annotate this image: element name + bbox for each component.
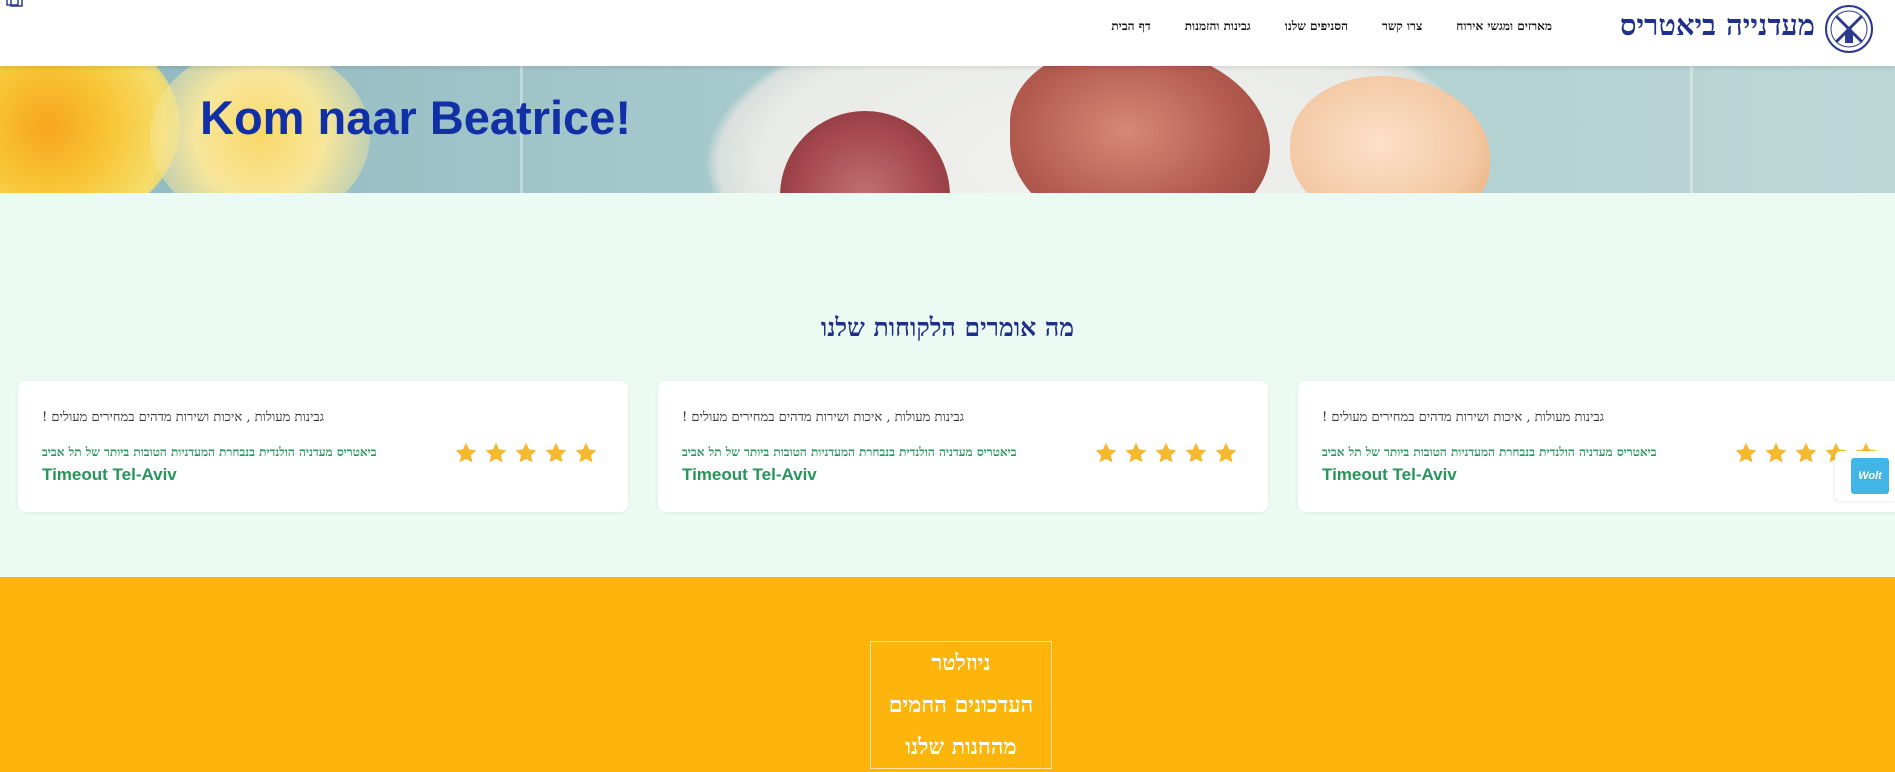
star-icon bbox=[1125, 442, 1147, 463]
star-icon bbox=[1765, 442, 1787, 463]
wolt-button[interactable]: Wolt bbox=[1851, 458, 1889, 494]
newsletter-subtitle: מהחנות שלנו bbox=[905, 734, 1017, 760]
nav-branches[interactable]: הסניפים שלנו bbox=[1285, 19, 1348, 34]
newsletter-box: ניוזלטר העדכונים החמים מהחנות שלנו bbox=[870, 641, 1052, 769]
star-icon bbox=[1735, 442, 1757, 463]
review-source: Timeout Tel-Aviv bbox=[42, 465, 177, 484]
star-icon bbox=[455, 442, 477, 463]
star-icon bbox=[1095, 442, 1117, 463]
review-source: Timeout Tel-Aviv bbox=[682, 465, 817, 484]
review-card: גבינות מעולות , איכות ושירות מדהים במחיר… bbox=[18, 381, 628, 512]
review-source: Timeout Tel-Aviv bbox=[1322, 465, 1457, 484]
star-icon bbox=[575, 442, 597, 463]
main-nav: דף הבית גבינות והזמנות הסניפים שלנו צרו … bbox=[1111, 19, 1552, 34]
star-rating bbox=[454, 441, 598, 465]
site-header: מעדנייה ביאטריס דף הבית גבינות והזמנות ה… bbox=[0, 0, 1895, 66]
newsletter-subtitle: העדכונים החמים bbox=[888, 692, 1034, 718]
review-card: גבינות מעולות , איכות ושירות מדהים במחיר… bbox=[658, 381, 1268, 512]
nav-contact[interactable]: צרו קשר bbox=[1382, 19, 1422, 34]
star-icon bbox=[1795, 442, 1817, 463]
reviews-section: מה אומרים הלקוחות שלנו גבינות מעולות , א… bbox=[0, 193, 1895, 577]
nav-platters[interactable]: מארזים ומגשי אירוח bbox=[1456, 19, 1552, 34]
review-description: ביאטריס מעדניה הולנדית בנבחרת המעדניות ה… bbox=[1322, 445, 1657, 459]
review-quote: גבינות מעולות , איכות ושירות מדהים במחיר… bbox=[42, 410, 324, 425]
star-icon bbox=[515, 442, 537, 463]
review-quote: גבינות מעולות , איכות ושירות מדהים במחיר… bbox=[1322, 410, 1604, 425]
brand-name[interactable]: מעדנייה ביאטריס bbox=[1620, 8, 1815, 43]
newsletter-title: ניוזלטר bbox=[931, 650, 991, 676]
newsletter-section: ניוזלטר העדכונים החמים מהחנות שלנו bbox=[0, 577, 1895, 772]
nav-home[interactable]: דף הבית bbox=[1111, 19, 1150, 34]
hero-banner: Kom naar Beatrice! bbox=[0, 66, 1895, 193]
star-icon bbox=[485, 442, 507, 463]
review-description: ביאטריס מעדניה הולנדית בנבחרת המעדניות ה… bbox=[42, 445, 377, 459]
star-rating bbox=[1094, 441, 1238, 465]
hero-decor bbox=[1690, 66, 1693, 193]
review-quote: גבינות מעולות , איכות ושירות מדהים במחיר… bbox=[682, 410, 964, 425]
reviews-title: מה אומרים הלקוחות שלנו bbox=[820, 313, 1075, 342]
wolt-tab: Wolt bbox=[1835, 451, 1895, 501]
star-icon bbox=[545, 442, 567, 463]
star-icon bbox=[1215, 442, 1237, 463]
nav-cheeses-orders[interactable]: גבינות והזמנות bbox=[1185, 19, 1251, 34]
copy-icon[interactable] bbox=[6, 0, 24, 8]
review-description: ביאטריס מעדניה הולנדית בנבחרת המעדניות ה… bbox=[682, 445, 1017, 459]
review-card: גבינות מעולות , איכות ושירות מדהים במחיר… bbox=[1298, 381, 1895, 512]
ham-decor bbox=[1010, 66, 1270, 193]
windmill-logo-icon[interactable] bbox=[1824, 4, 1874, 54]
star-icon bbox=[1155, 442, 1177, 463]
hero-title: Kom naar Beatrice! bbox=[200, 91, 631, 144]
star-icon bbox=[1185, 442, 1207, 463]
